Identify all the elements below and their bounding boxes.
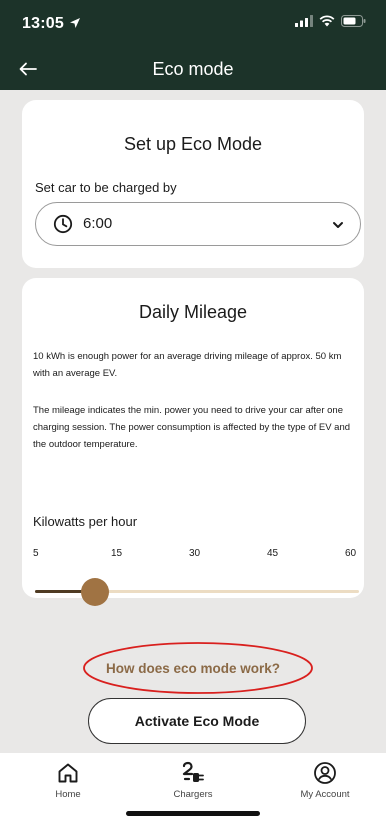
tab-home-label: Home <box>55 789 81 800</box>
signal-icon <box>295 15 313 27</box>
tab-chargers-label: Chargers <box>173 789 213 800</box>
charge-by-label: Set car to be charged by <box>35 180 177 195</box>
kwh-slider-thumb[interactable] <box>81 578 110 606</box>
status-indicators <box>295 15 366 27</box>
home-indicator <box>126 811 260 816</box>
nav-bar: Eco mode <box>0 50 386 90</box>
battery-icon <box>341 15 366 27</box>
setup-eco-card: Set up Eco Mode Set car to be charged by… <box>22 100 364 268</box>
slider-label: Kilowatts per hour <box>33 514 138 529</box>
daily-mileage-card: Daily Mileage 10 kWh is enough power for… <box>22 278 364 606</box>
slider-tick: 5 <box>33 548 39 559</box>
mileage-explanation-text: The mileage indicates the min. power you… <box>33 405 351 450</box>
location-arrow-icon <box>70 18 80 28</box>
mileage-info-text: 10 kWh is enough power for an average dr… <box>33 351 342 379</box>
activate-eco-mode-button[interactable]: Activate Eco Mode <box>88 698 306 744</box>
charge-time-select[interactable]: 6:00 <box>35 202 361 246</box>
tab-chargers[interactable]: Chargers <box>138 761 248 800</box>
tab-my-account[interactable]: My Account <box>270 761 380 800</box>
slider-tick: 60 <box>345 548 357 559</box>
clock-icon <box>53 214 73 234</box>
slider-tick: 30 <box>189 548 201 559</box>
status-time: 13:05 <box>22 15 64 32</box>
wifi-icon <box>319 15 335 27</box>
account-icon <box>314 762 336 784</box>
how-eco-mode-works-link[interactable]: How does eco mode work? <box>0 661 386 676</box>
slider-tick: 15 <box>111 548 123 559</box>
slider-tick: 45 <box>267 548 279 559</box>
tab-home[interactable]: Home <box>13 761 123 800</box>
charger-plug-icon <box>182 761 204 782</box>
app-header: 13:05 Eco mode <box>0 0 386 90</box>
charge-time-value: 6:00 <box>83 215 113 232</box>
status-bar: 13:05 <box>0 0 386 44</box>
setup-card-title: Set up Eco Mode <box>123 134 263 154</box>
home-icon <box>58 763 78 783</box>
chevron-down-icon <box>333 222 343 228</box>
page-title: Eco mode <box>152 59 234 79</box>
mileage-card-title: Daily Mileage <box>138 302 248 322</box>
tab-my-account-label: My Account <box>300 789 350 800</box>
